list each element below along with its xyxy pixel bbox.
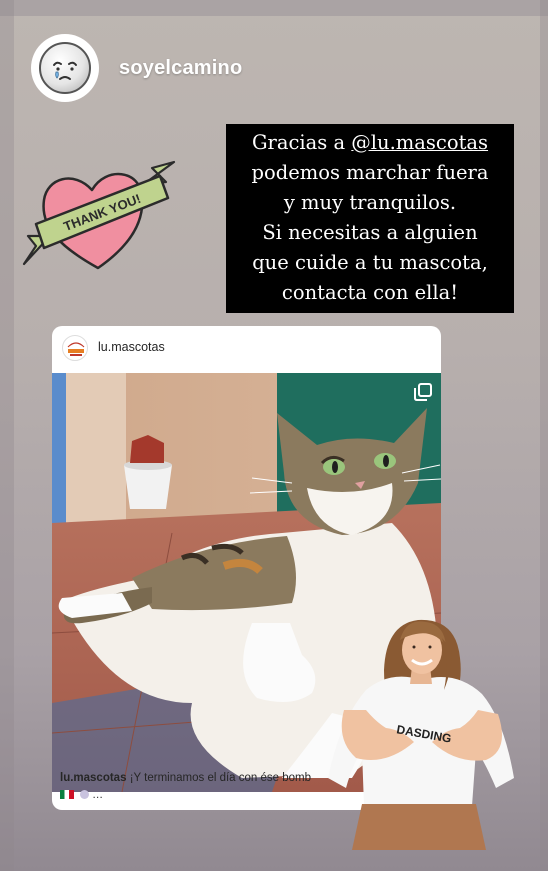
story-top-edge [0, 0, 548, 16]
paw-emoji-icon [80, 790, 90, 799]
story-text-caption: Gracias a @lu.mascotas podemos marchar f… [226, 124, 514, 313]
caption-line-6: contacta con ella! [281, 281, 459, 304]
post-username[interactable]: lu.mascotas [98, 340, 165, 354]
multiple-images-icon [414, 383, 432, 406]
profile-avatar[interactable] [31, 34, 99, 102]
thank-you-heart-sticker: THANK YOU! [22, 156, 177, 276]
post-header: lu.mascotas [52, 326, 441, 371]
caption-line-5: que cuide a tu mascota, [252, 251, 488, 274]
post-caption-line-2: … [60, 789, 103, 801]
caption-line-1: Gracias a @lu.mascotas [226, 128, 514, 158]
caption-line-3: y muy tranquilos. [283, 191, 457, 214]
caption-line-4: Si necesitas a alguien [262, 221, 478, 244]
mention-link[interactable]: @lu.mascotas [351, 131, 488, 154]
mexico-flag-icon [60, 790, 74, 799]
post-author-avatar[interactable] [62, 335, 88, 361]
story-frame: soyelcamino THANK YOU! Gracias a @lu.mas… [0, 0, 548, 871]
post-caption-username[interactable]: lu.mascotas [60, 772, 126, 784]
story-left-edge [0, 0, 14, 871]
post-caption-text: ¡Y terminamos el día con ése bomb [129, 772, 312, 784]
story-right-edge [540, 0, 548, 871]
profile-username[interactable]: soyelcamino [119, 57, 242, 80]
person-gif-sticker: DASDING [326, 610, 518, 850]
caption-line-2: podemos marchar fuera [251, 161, 489, 184]
weeping-face-icon [39, 42, 91, 94]
post-caption-ellipsis: … [92, 789, 104, 801]
caption-line-1-prefix: Gracias a [251, 131, 352, 154]
